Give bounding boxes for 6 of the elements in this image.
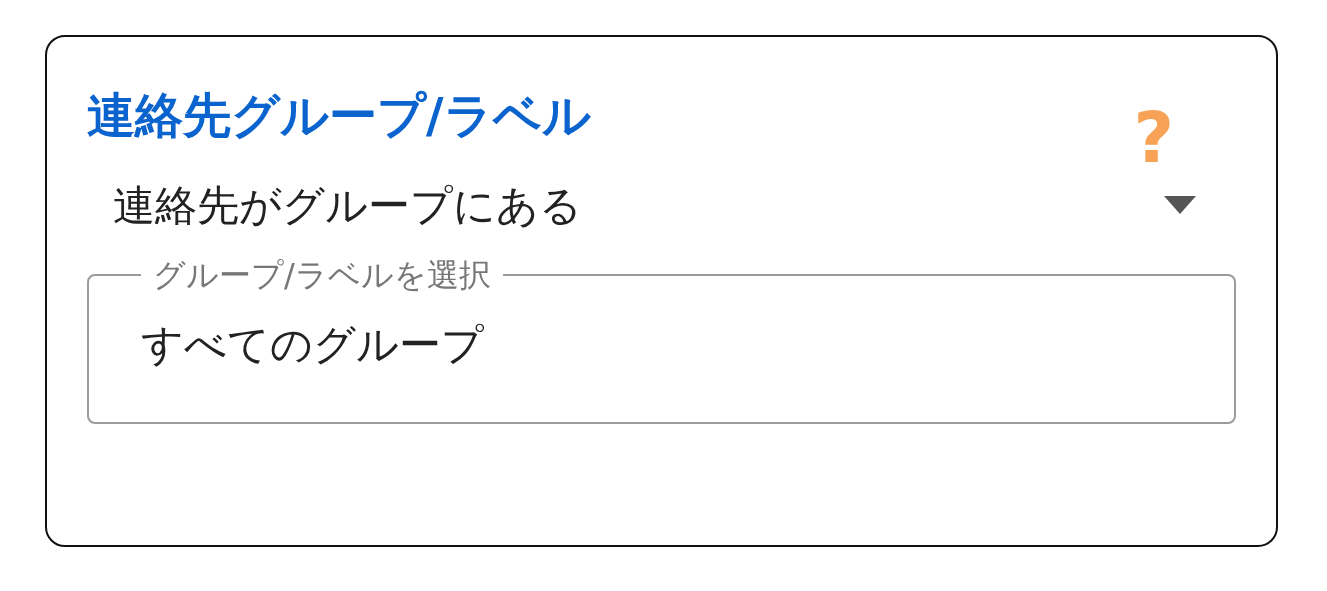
- card-title: 連絡先グループ/ラベル: [87, 86, 591, 145]
- condition-dropdown[interactable]: 連絡先がグループにある: [113, 173, 1196, 237]
- field-value: すべてのグループ: [141, 319, 484, 371]
- field-label: グループ/ラベルを選択: [152, 259, 492, 291]
- caret-icon: [1164, 196, 1196, 214]
- group-select-field[interactable]: グループ/ラベルを選択 すべてのグループ: [87, 259, 1236, 424]
